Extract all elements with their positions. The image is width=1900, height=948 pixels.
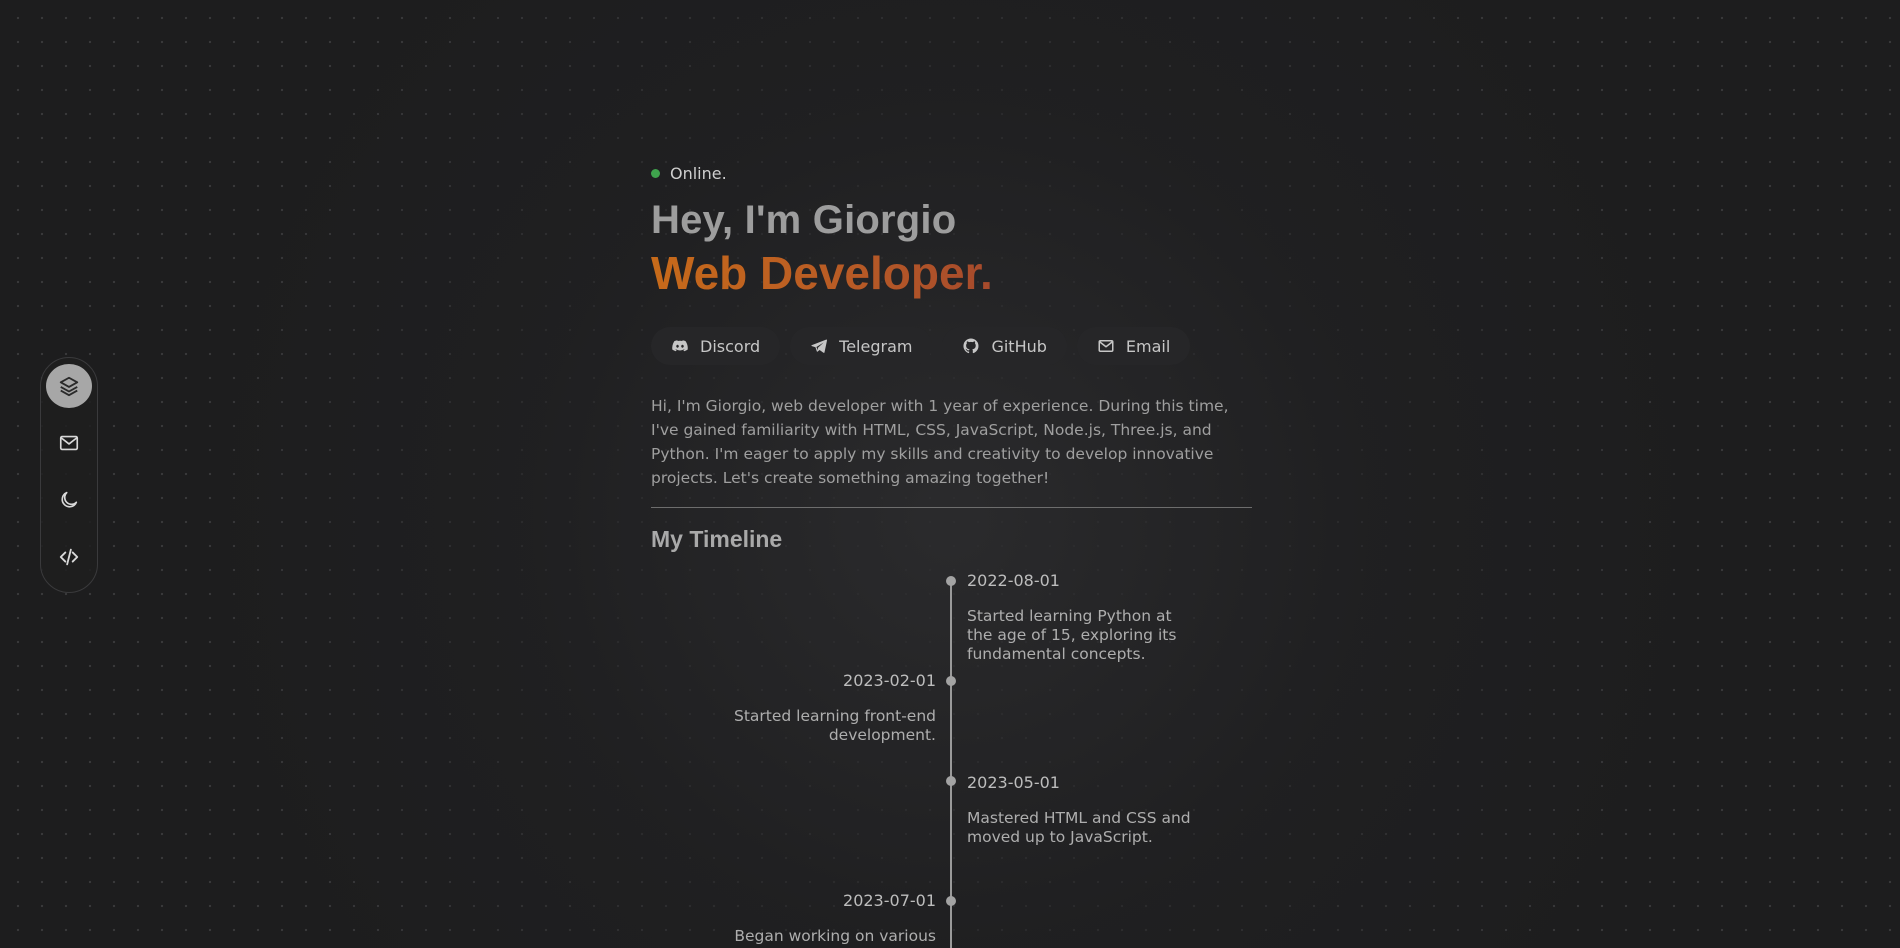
social-links: Discord Telegram GitHub Email [651, 327, 1200, 365]
greeting-text: Hey, I'm [651, 198, 813, 242]
dock-code-button[interactable] [46, 535, 92, 579]
dock-mail-button[interactable] [46, 421, 92, 465]
code-icon [59, 548, 79, 566]
github-button[interactable]: GitHub [942, 327, 1067, 365]
timeline-text: Started learning front-end development. [734, 707, 936, 744]
timeline-dot [946, 896, 956, 906]
hero-role: Web Developer. [651, 247, 993, 299]
status-dot [651, 169, 660, 178]
github-label: GitHub [991, 336, 1047, 356]
dock-layers-button[interactable] [46, 364, 92, 408]
timeline-date: 2023-02-01 [843, 671, 936, 690]
timeline-text: Started learning Python at the age of 15… [967, 607, 1177, 663]
name-highlight: Giorgio [813, 198, 957, 243]
dock-theme-button[interactable] [46, 478, 92, 522]
timeline-date: 2022-08-01 [967, 571, 1060, 590]
hero-greeting: Hey, I'm Giorgio [651, 198, 956, 243]
email-label: Email [1125, 336, 1171, 356]
status-label: Online. [670, 164, 727, 183]
telegram-icon [811, 339, 828, 353]
email-button[interactable]: Email [1076, 327, 1191, 365]
status-indicator: Online. [651, 164, 727, 183]
timeline-text: Mastered HTML and CSS and moved up to Ja… [967, 809, 1191, 846]
timeline-dot [946, 576, 956, 586]
timeline-date: 2023-07-01 [843, 891, 936, 910]
timeline-dot [946, 676, 956, 686]
discord-button[interactable]: Discord [651, 327, 781, 365]
moon-icon [61, 491, 78, 508]
telegram-label: Telegram [839, 336, 913, 356]
timeline-title: My Timeline [651, 526, 783, 552]
github-icon [963, 338, 979, 354]
layers-icon [59, 376, 79, 397]
mail-icon [59, 435, 79, 451]
sidebar-dock [40, 357, 98, 593]
telegram-button[interactable]: Telegram [790, 327, 933, 365]
discord-label: Discord [700, 336, 761, 356]
timeline-text: Began working on various [734, 927, 936, 945]
hero-name: Giorgio [812, 198, 957, 242]
section-divider [651, 507, 1252, 508]
timeline-line [950, 581, 952, 948]
timeline-date: 2023-05-01 [967, 773, 1060, 792]
discord-icon [672, 340, 688, 352]
bio-paragraph: Hi, I'm Giorgio, web developer with 1 ye… [651, 397, 1229, 487]
mail-icon [1098, 340, 1114, 352]
timeline-dot [946, 776, 956, 786]
